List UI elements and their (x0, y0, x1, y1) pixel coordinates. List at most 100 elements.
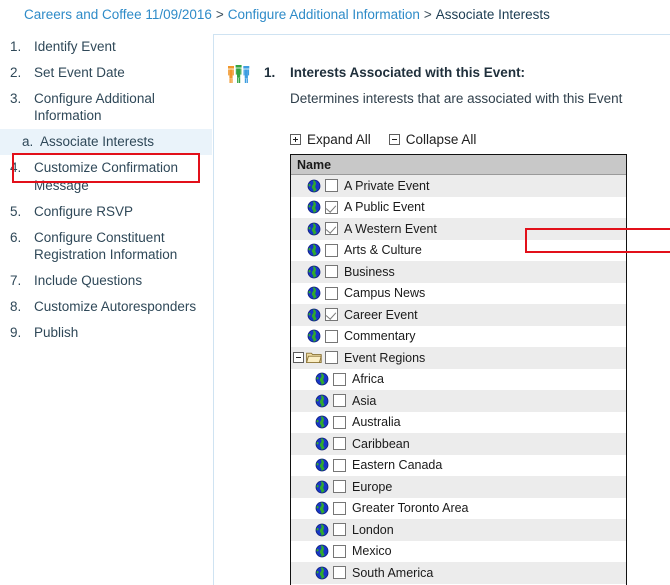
row-checkbox[interactable] (325, 308, 338, 321)
row-checkbox[interactable] (333, 459, 346, 472)
row-checkbox[interactable] (333, 437, 346, 450)
breadcrumb-link[interactable]: Careers and Coffee 11/09/2016 (24, 7, 212, 22)
page-root: Careers and Coffee 11/09/2016 > Configure … (0, 0, 670, 585)
collapse-all-button[interactable]: Collapse All (389, 132, 477, 147)
tree-row-label: Africa (352, 372, 384, 386)
sidebar-item-configure-rsvp[interactable]: 5.Configure RSVP (0, 199, 212, 225)
tree-row[interactable]: Europe (291, 476, 626, 498)
row-checkbox[interactable] (325, 244, 338, 257)
globe-icon (305, 286, 323, 300)
row-checkbox[interactable] (333, 566, 346, 579)
tree-row-label: Campus News (344, 286, 425, 300)
globe-icon (313, 372, 331, 386)
sidebar-item-number: 9. (10, 324, 34, 342)
globe-icon (305, 265, 323, 279)
tree-row[interactable]: A Western Event (291, 218, 626, 240)
sidebar-item-label: Identify Event (34, 38, 204, 56)
row-checkbox[interactable] (333, 523, 346, 536)
tree-row[interactable]: Eastern Canada (291, 455, 626, 477)
sidebar-item-label: Customize Autoresponders (34, 298, 204, 316)
globe-icon (313, 394, 331, 408)
breadcrumb-link[interactable]: Configure Additional Information (228, 7, 420, 22)
sidebar-item-number: 8. (10, 298, 34, 316)
tree-row[interactable]: Caribbean (291, 433, 626, 455)
tree-row[interactable]: Career Event (291, 304, 626, 326)
sidebar-item-identify-event[interactable]: 1.Identify Event (0, 34, 212, 60)
sidebar-item-set-event-date[interactable]: 2.Set Event Date (0, 60, 212, 86)
sidebar-item-number: 5. (10, 203, 34, 221)
tree-row-label: A Western Event (344, 222, 437, 236)
tree-row[interactable]: Event Regions (291, 347, 626, 369)
tree-row[interactable]: Australia (291, 412, 626, 434)
row-checkbox[interactable] (333, 502, 346, 515)
breadcrumb-separator: > (424, 7, 432, 22)
people-icon (226, 63, 254, 85)
row-checkbox[interactable] (325, 351, 338, 364)
sidebar-item-number: a. (22, 133, 40, 151)
sidebar-item-number: 6. (10, 229, 34, 247)
sidebar-item-label: Configure RSVP (34, 203, 204, 221)
globe-icon (313, 415, 331, 429)
tree-row[interactable]: London (291, 519, 626, 541)
sidebar-item-label: Configure Additional Information (34, 90, 204, 126)
row-checkbox[interactable] (333, 480, 346, 493)
row-checkbox[interactable] (325, 179, 338, 192)
tree-row[interactable]: Africa (291, 369, 626, 391)
sidebar-item-label: Include Questions (34, 272, 204, 290)
tree-row-label: Greater Toronto Area (352, 501, 469, 515)
minus-box-icon[interactable] (291, 352, 305, 363)
tree-row[interactable]: Campus News (291, 283, 626, 305)
sidebar-item-number: 3. (10, 90, 34, 108)
sidebar-item-associate-interests[interactable]: a.Associate Interests (0, 129, 212, 155)
expand-all-label: Expand All (307, 132, 371, 147)
globe-icon (305, 200, 323, 214)
tree-row[interactable]: Greater Toronto Area (291, 498, 626, 520)
tree-action-bar: Expand All Collapse All (290, 132, 494, 147)
collapse-all-label: Collapse All (406, 132, 477, 147)
globe-icon (305, 308, 323, 322)
row-checkbox[interactable] (333, 394, 346, 407)
plus-box-icon (290, 134, 301, 145)
tree-row[interactable]: Business (291, 261, 626, 283)
globe-icon (313, 501, 331, 515)
row-checkbox[interactable] (325, 330, 338, 343)
minus-box-icon (389, 134, 400, 145)
row-checkbox[interactable] (333, 416, 346, 429)
globe-icon (313, 544, 331, 558)
row-checkbox[interactable] (333, 545, 346, 558)
interests-tree[interactable]: Name A Private EventA Public EventA West… (290, 154, 627, 585)
sidebar-item-number: 2. (10, 64, 34, 82)
section-number: 1. (264, 65, 290, 80)
tree-row-label: Eastern Canada (352, 458, 442, 472)
row-checkbox[interactable] (325, 201, 338, 214)
row-checkbox[interactable] (333, 373, 346, 386)
sidebar-item-customize-autoresponders[interactable]: 8.Customize Autoresponders (0, 294, 212, 320)
tree-row[interactable]: Asia (291, 390, 626, 412)
breadcrumb: Careers and Coffee 11/09/2016 > Configure … (0, 0, 670, 28)
tree-row-label: Arts & Culture (344, 243, 422, 257)
main-content-inner: 1. Interests Associated with this Event:… (214, 35, 670, 55)
sidebar-item-publish[interactable]: 9.Publish (0, 320, 212, 346)
globe-icon (305, 329, 323, 343)
tree-row-label: South America (352, 566, 433, 580)
tree-row[interactable]: Mexico (291, 541, 626, 563)
sidebar-item-label: Associate Interests (40, 133, 204, 151)
row-checkbox[interactable] (325, 287, 338, 300)
sidebar-item-include-questions[interactable]: 7.Include Questions (0, 268, 212, 294)
tree-row[interactable]: Commentary (291, 326, 626, 348)
sidebar-item-configure-constituent-registration-information[interactable]: 6.Configure Constituent Registration Inf… (0, 225, 212, 269)
tree-row[interactable]: A Private Event (291, 175, 626, 197)
sidebar-item-customize-confirmation-message[interactable]: 4.Customize Confirmation Message (0, 155, 212, 199)
globe-icon (305, 243, 323, 257)
row-checkbox[interactable] (325, 222, 338, 235)
tree-row-label: Asia (352, 394, 376, 408)
sidebar-item-label: Publish (34, 324, 204, 342)
row-checkbox[interactable] (325, 265, 338, 278)
tree-row[interactable]: South America (291, 562, 626, 584)
tree-row[interactable]: A Public Event (291, 197, 626, 219)
globe-icon (305, 222, 323, 236)
expand-all-button[interactable]: Expand All (290, 132, 371, 147)
tree-row[interactable]: Arts & Culture (291, 240, 626, 262)
sidebar-item-configure-additional-information[interactable]: 3.Configure Additional Information (0, 86, 212, 130)
tree-row-label: Event Regions (344, 351, 425, 365)
